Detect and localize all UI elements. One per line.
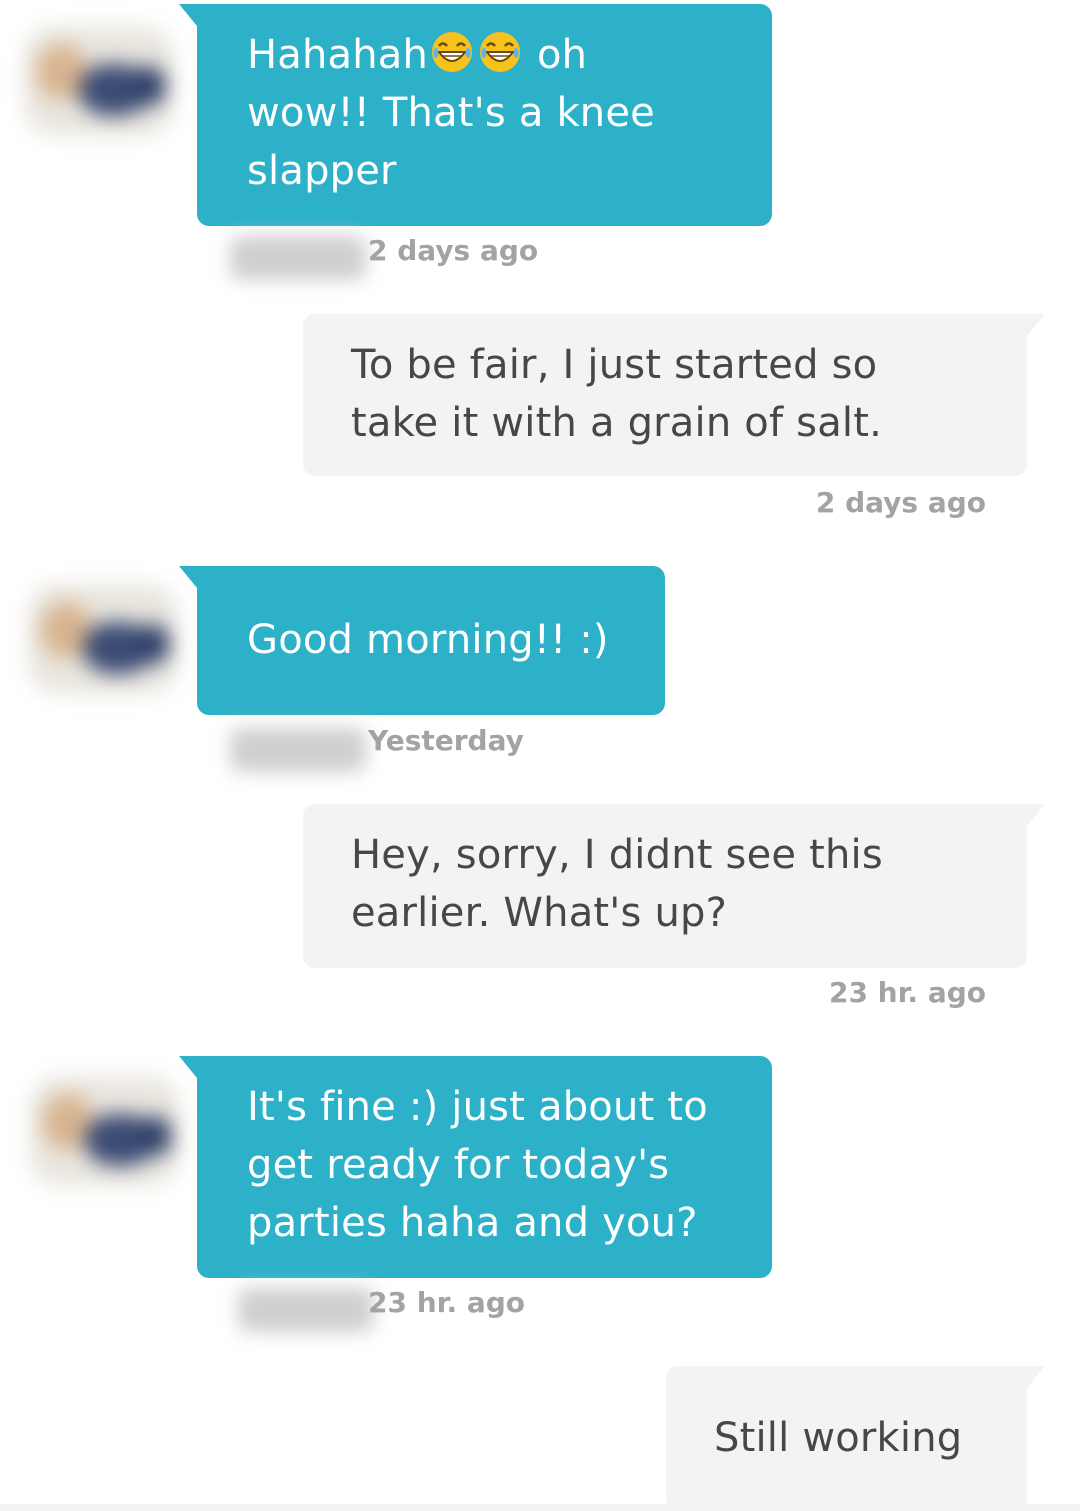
message-line: To be fair, I just started so xyxy=(351,342,878,388)
sender-avatar[interactable] xyxy=(28,584,178,694)
message-bubble-outgoing[interactable]: To be fair, I just started so take it wi… xyxy=(303,314,1045,476)
message-timestamp: 2 days ago xyxy=(368,234,539,267)
message-bubble-incoming[interactable]: Hahahah oh wow!! That's a knee slapper xyxy=(179,4,772,226)
message-bubble-incoming[interactable]: It's fine :) just about to get ready for… xyxy=(179,1056,772,1278)
message-timestamp: 23 hr. ago xyxy=(368,1286,526,1319)
message-line: take it with a grain of salt. xyxy=(351,400,883,446)
message-timestamp: 2 days ago xyxy=(815,486,986,519)
sender-name-blurred xyxy=(230,728,366,772)
message-line: Hahahah oh xyxy=(247,32,588,78)
message-timestamp: 23 hr. ago xyxy=(828,976,986,1009)
message-line: earlier. What's up? xyxy=(351,890,728,936)
sender-name-blurred xyxy=(238,1288,374,1332)
message-line: wow!! That's a knee xyxy=(247,90,655,136)
sender-name-blurred xyxy=(230,236,366,280)
tears-of-joy-emoji-icon xyxy=(432,32,473,72)
message-line: parties haha and you? xyxy=(247,1200,698,1246)
sender-avatar[interactable] xyxy=(30,1076,180,1186)
message-bubble-outgoing[interactable]: Hey, sorry, I didnt see this earlier. Wh… xyxy=(303,804,1045,968)
bottom-divider xyxy=(0,1504,1080,1511)
sender-avatar[interactable] xyxy=(24,26,174,136)
message-timestamp: Yesterday xyxy=(368,724,524,757)
message-line: slapper xyxy=(247,148,397,194)
message-line: Hey, sorry, I didnt see this xyxy=(351,832,883,878)
message-thread: Hahahah oh wow!! That's a knee slapper 2… xyxy=(0,0,1080,1511)
message-bubble-incoming[interactable]: Good morning!! :) xyxy=(179,566,665,715)
message-line: It's fine :) just about to xyxy=(247,1084,708,1130)
message-line: Good morning!! :) xyxy=(247,617,609,663)
message-line: Still working xyxy=(714,1415,963,1461)
message-line: get ready for today's xyxy=(247,1142,670,1188)
tears-of-joy-emoji-icon xyxy=(480,32,521,72)
message-bubble-outgoing[interactable]: Still working xyxy=(666,1366,1045,1511)
